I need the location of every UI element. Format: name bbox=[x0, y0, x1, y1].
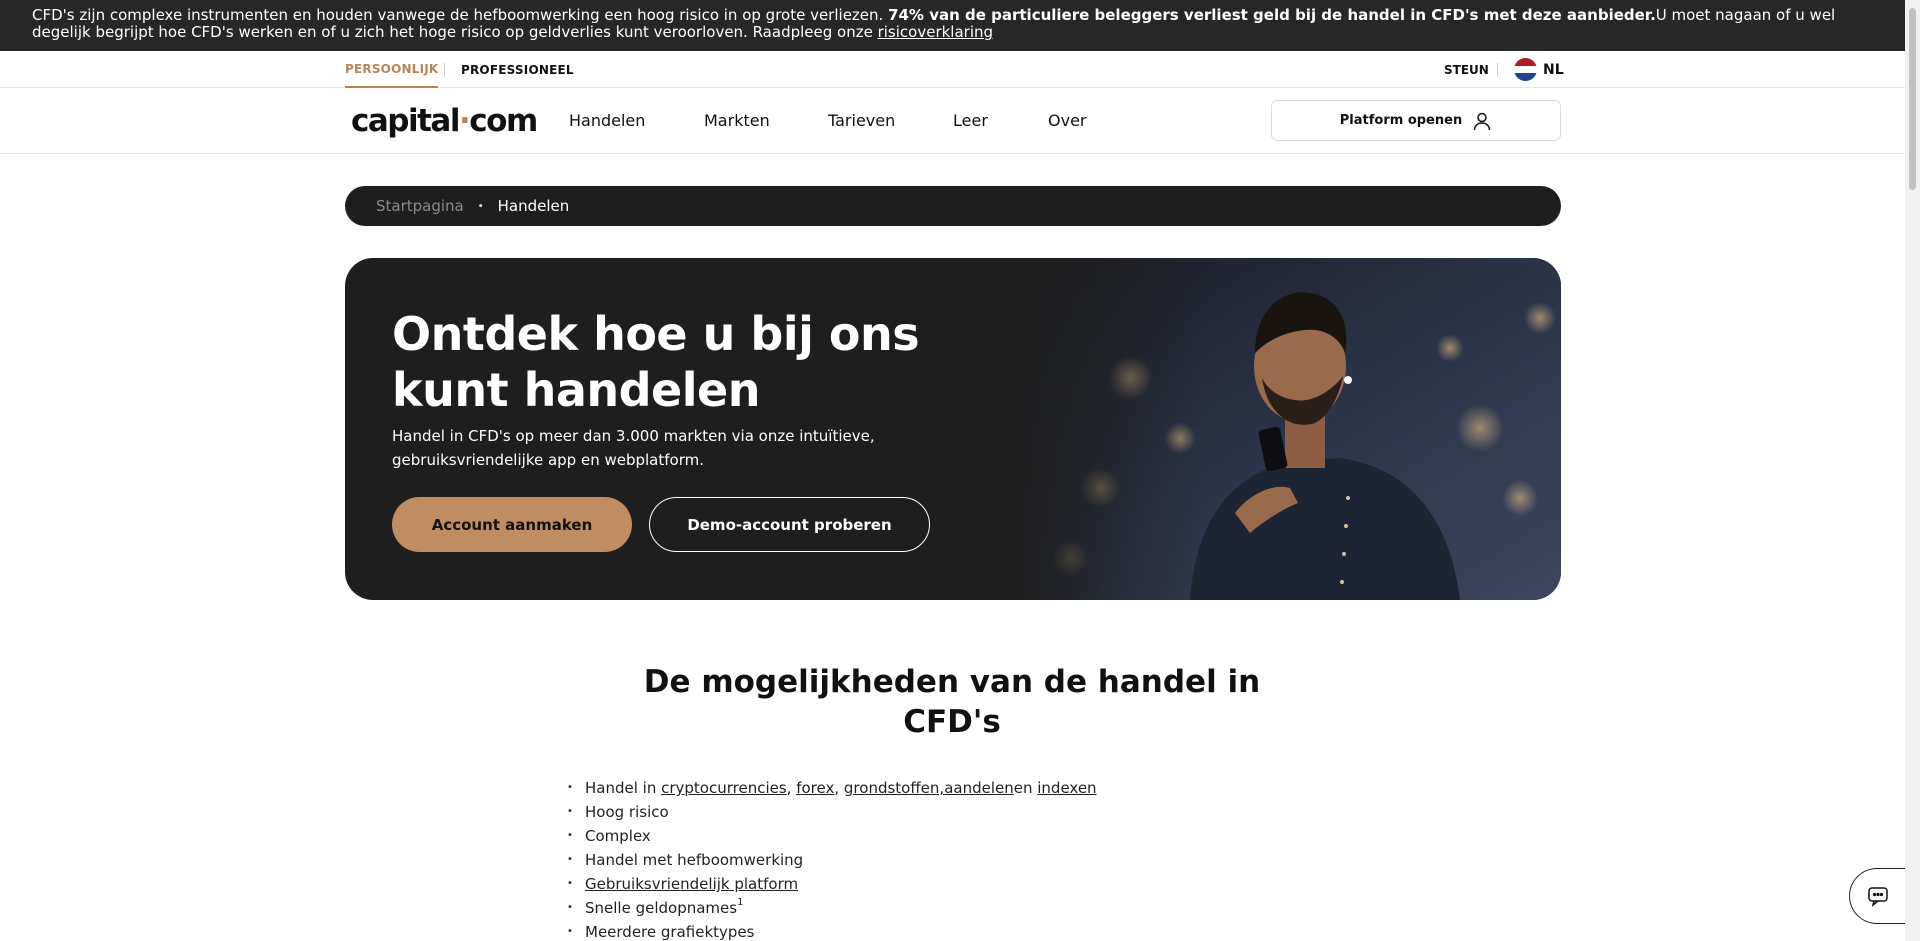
support-link[interactable]: STEUN bbox=[1444, 51, 1489, 88]
nl-flag-icon bbox=[1514, 58, 1537, 81]
feature-list: • Handel in cryptocurrencies , forex , g… bbox=[567, 776, 1097, 941]
chat-button[interactable] bbox=[1849, 868, 1905, 924]
divider bbox=[1497, 63, 1498, 77]
nav-item-markten[interactable]: Markten bbox=[704, 111, 770, 130]
bullet: • bbox=[567, 854, 573, 865]
nav-item-leer[interactable]: Leer bbox=[953, 111, 988, 130]
logo[interactable]: capital·com bbox=[351, 103, 538, 139]
bullet: • bbox=[567, 830, 573, 841]
indices-link[interactable]: indexen bbox=[1037, 776, 1096, 800]
bullet: • bbox=[567, 806, 573, 817]
tab-professional[interactable]: PROFESSIONEEL bbox=[461, 51, 574, 88]
breadcrumb-current: Handelen bbox=[497, 197, 570, 215]
section-title: De mogelijkheden van de handel in CFD's bbox=[643, 664, 1261, 740]
bullet: • bbox=[567, 878, 573, 889]
language-selector[interactable]: NL bbox=[1514, 58, 1564, 81]
nav-item-over[interactable]: Over bbox=[1048, 111, 1086, 130]
risk-warning-text: CFD's zijn complexe instrumenten en houd… bbox=[32, 6, 889, 24]
crypto-link[interactable]: cryptocurrencies bbox=[661, 776, 787, 800]
feature-text: Complex bbox=[585, 827, 651, 845]
hero-subtitle: Handel in CFD's op meer dan 3.000 markte… bbox=[392, 427, 875, 469]
logo-dot: · bbox=[458, 103, 471, 139]
feature-text: Handel in bbox=[585, 779, 662, 797]
commodities-link[interactable]: grondstoffen, bbox=[844, 776, 944, 800]
create-account-button[interactable]: Account aanmaken bbox=[392, 497, 632, 552]
main-navigation: capital·com Handelen Markten Tarieven Le… bbox=[0, 88, 1920, 154]
forex-link[interactable]: forex bbox=[796, 776, 834, 800]
user-icon bbox=[1473, 112, 1491, 130]
nav-item-handelen[interactable]: Handelen bbox=[569, 111, 645, 130]
list-item: • Snelle geldopnames 1 bbox=[567, 896, 1097, 920]
list-item: • Handel in cryptocurrencies , forex , g… bbox=[567, 776, 1097, 800]
open-platform-label: Platform openen bbox=[1339, 113, 1463, 128]
feature-text: Hoog risico bbox=[585, 803, 669, 821]
scrollbar-thumb[interactable] bbox=[1909, 8, 1916, 190]
separator: en bbox=[1013, 779, 1038, 797]
top-strip: PERSOONLIJK PROFESSIONEEL STEUN NL bbox=[0, 51, 1920, 88]
logo-text-end: com bbox=[469, 103, 538, 139]
hero-banner: Ontdek hoe u bij ons kunt handelen Hande… bbox=[345, 258, 1561, 600]
bullet: • bbox=[567, 782, 573, 793]
footnote-marker[interactable]: 1 bbox=[737, 896, 743, 910]
list-item: • Complex bbox=[567, 824, 1097, 848]
breadcrumb-separator: • bbox=[477, 200, 484, 212]
shares-link[interactable]: aandelen bbox=[944, 776, 1014, 800]
breadcrumb-home[interactable]: Startpagina bbox=[376, 197, 464, 215]
nav-item-tarieven[interactable]: Tarieven bbox=[828, 111, 895, 130]
tab-personal[interactable]: PERSOONLIJK bbox=[345, 51, 439, 88]
bullet: • bbox=[567, 902, 573, 913]
chat-icon bbox=[1867, 887, 1888, 907]
scrollbar[interactable] bbox=[1905, 0, 1920, 941]
logo-text: capital bbox=[351, 103, 460, 139]
separator: , bbox=[786, 779, 797, 797]
list-item: • Gebruiksvriendelijk platform bbox=[567, 872, 1097, 896]
separator: , bbox=[834, 779, 844, 797]
list-item: • Hoog risico bbox=[567, 800, 1097, 824]
risk-warning-bold: 74% van de particuliere beleggers verlie… bbox=[888, 6, 1656, 24]
try-demo-button[interactable]: Demo-account proberen bbox=[649, 497, 930, 552]
hero-title: Ontdek hoe u bij ons kunt handelen bbox=[392, 307, 920, 417]
language-code: NL bbox=[1543, 61, 1564, 78]
list-item: • Meerdere grafiektypes bbox=[567, 920, 1097, 941]
feature-text: Handel met hefboomwerking bbox=[585, 851, 804, 869]
breadcrumb: Startpagina • Handelen bbox=[345, 186, 1561, 226]
hero-image bbox=[1010, 258, 1561, 600]
platform-link[interactable]: Gebruiksvriendelijk platform bbox=[585, 872, 798, 896]
feature-text: Meerdere grafiektypes bbox=[585, 923, 755, 941]
feature-text: Snelle geldopnames bbox=[585, 899, 738, 917]
risk-disclosure-link[interactable]: risicoverklaring bbox=[878, 23, 993, 41]
list-item: • Handel met hefboomwerking bbox=[567, 848, 1097, 872]
risk-warning-banner: CFD's zijn complexe instrumenten en houd… bbox=[0, 0, 1920, 51]
bullet: • bbox=[567, 926, 573, 937]
open-platform-button[interactable]: Platform openen bbox=[1271, 100, 1561, 141]
divider bbox=[444, 63, 445, 77]
